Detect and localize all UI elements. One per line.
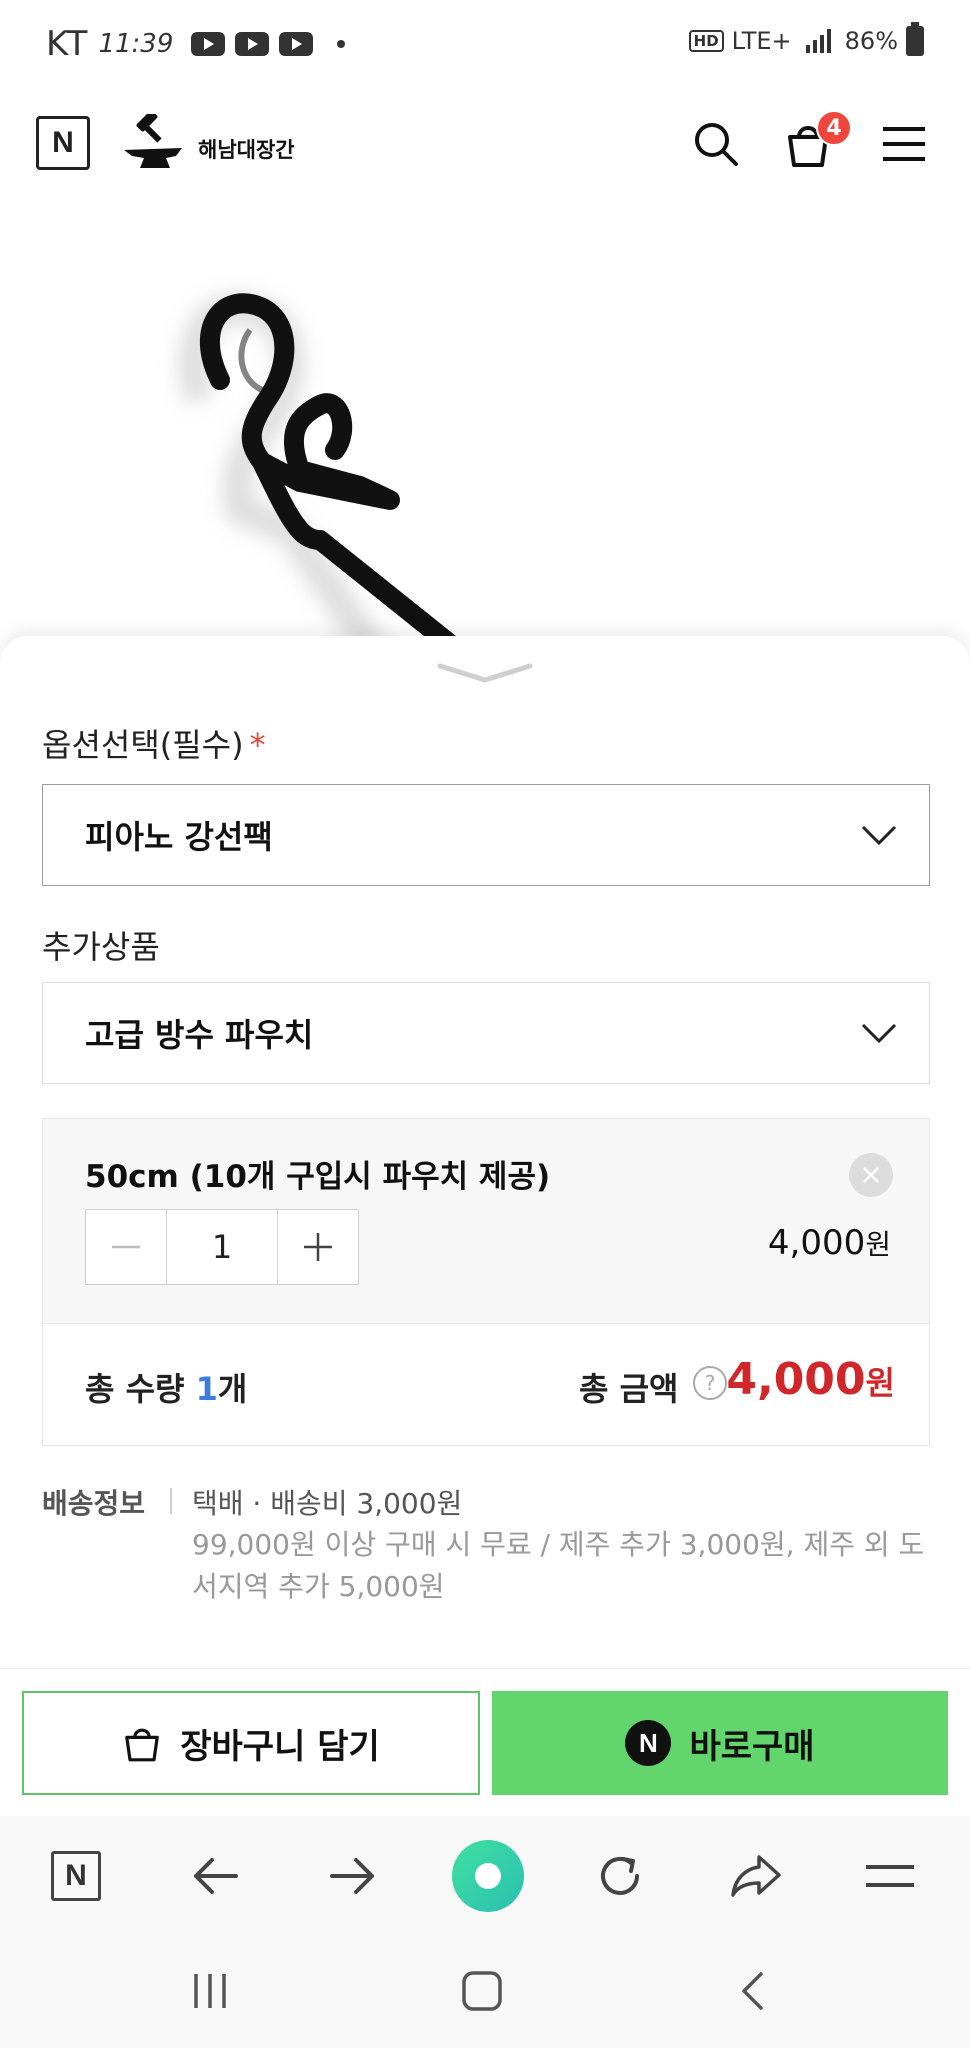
more-notifications-icon [337, 40, 346, 48]
total-quantity: 총 수량 1개 [85, 1364, 247, 1410]
total-quantity-prefix: 총 수량 [85, 1370, 196, 1408]
status-right: HD LTE+ 86% [688, 22, 924, 56]
youtube-notification-icon [235, 32, 270, 56]
total-amount-value: 4,000 [726, 1354, 866, 1405]
quantity-value[interactable]: 1 [166, 1210, 278, 1284]
selected-option-item: 50cm (10개 구입시 파우치 제공) 1 4,000원 [42, 1118, 930, 1324]
quantity-stepper: 1 [85, 1209, 359, 1285]
required-option-label-text: 옵션선택(필수) [42, 726, 244, 764]
naver-home-icon: N [51, 1851, 101, 1901]
help-icon[interactable]: ? [693, 1366, 727, 1400]
youtube-notification-icon [279, 32, 314, 56]
plus-icon [304, 1233, 332, 1261]
carrier-name: KT [46, 24, 89, 64]
system-back-button[interactable] [722, 1966, 782, 2016]
clock: 11:39 [98, 29, 174, 59]
naver-pay-icon: N [625, 1720, 672, 1766]
selected-option-name: 50cm (10개 구입시 파우치 제공) [85, 1159, 551, 1195]
shipping-fee: 택배 · 배송비 3,000원 [192, 1487, 463, 1520]
hamburger-menu-icon [883, 127, 925, 161]
option-price-value: 4,000 [767, 1223, 866, 1263]
minus-icon [112, 1245, 140, 1249]
total-amount: 4,000원 [726, 1354, 895, 1405]
cart-button[interactable]: 4 [780, 110, 852, 172]
forward-button[interactable] [320, 1844, 384, 1908]
buy-now-button[interactable]: N 바로구매 [492, 1691, 948, 1795]
back-button[interactable] [184, 1844, 248, 1908]
refresh-icon [601, 1857, 639, 1895]
buy-now-label: 바로구매 [689, 1726, 815, 1767]
anvil-hammer-icon [124, 114, 182, 168]
status-bar: KT 11:39 HD LTE+ 86% [0, 0, 970, 92]
browser-menu-button[interactable] [858, 1844, 922, 1908]
naver-logo[interactable]: N [36, 116, 90, 170]
home-button[interactable] [452, 1966, 512, 2016]
status-left: KT 11:39 [46, 24, 346, 64]
home-square-icon [462, 1971, 502, 2011]
close-icon [863, 1167, 879, 1183]
system-navigation-bar [0, 1936, 970, 2048]
addon-value: 고급 방수 파우치 [85, 1016, 314, 1054]
arrow-left-icon [194, 1858, 238, 1894]
brand-name: 해남대장간 [198, 138, 295, 162]
total-summary: 총 수량 1개 총 금액 ? 4,000원 [42, 1324, 930, 1446]
recent-apps-button[interactable] [180, 1966, 240, 2016]
shipping-info-label: 배송정보 [42, 1487, 146, 1520]
recent-apps-icon [194, 1974, 226, 2008]
total-quantity-value: 1 [195, 1370, 218, 1408]
total-amount-label: 총 금액 [579, 1370, 679, 1408]
iron-tent-peg-image [178, 293, 480, 660]
arrow-right-icon [330, 1858, 374, 1894]
required-option-select[interactable]: 피아노 강선팩 [42, 784, 930, 886]
search-button[interactable] [688, 116, 744, 172]
menu-button[interactable] [876, 116, 932, 172]
browser-toolbar: N [0, 1816, 970, 1936]
add-to-cart-button[interactable]: 장바구니 담기 [22, 1691, 480, 1795]
battery-icon [906, 22, 924, 56]
shipping-detail: 99,000원 이상 구매 시 무료 / 제주 추가 3,000원, 제주 외 … [192, 1528, 925, 1603]
chevron-down-icon [861, 1023, 897, 1044]
sheet-collapse-handle-icon[interactable] [436, 660, 534, 686]
increase-quantity-button[interactable] [278, 1210, 358, 1284]
share-button[interactable] [724, 1844, 788, 1908]
addon-select[interactable]: 고급 방수 파우치 [42, 982, 930, 1084]
option-price-currency: 원 [865, 1228, 891, 1261]
signal-icon [805, 29, 831, 53]
search-icon [695, 123, 738, 166]
green-dot-icon [452, 1840, 524, 1912]
add-to-cart-label: 장바구니 담기 [180, 1726, 380, 1767]
total-amount-currency: 원 [865, 1364, 895, 1402]
purchase-action-bar: 장바구니 담기 N 바로구매 [0, 1668, 970, 1816]
browser-menu-icon [866, 1865, 914, 1887]
divider [170, 1488, 172, 1514]
cart-count-badge: 4 [816, 110, 852, 146]
required-option-value: 피아노 강선팩 [85, 818, 273, 856]
chevron-down-icon [861, 825, 897, 846]
brand-logo[interactable]: 해남대장간 [122, 114, 295, 174]
shopping-bag-icon [125, 1728, 160, 1762]
share-arrow-icon [731, 1855, 781, 1897]
battery-percent: 86% [844, 27, 898, 55]
hd-voice-icon: HD [688, 30, 724, 52]
youtube-notification-icon [191, 32, 226, 56]
green-dot-button[interactable] [452, 1840, 524, 1912]
refresh-button[interactable] [588, 1844, 652, 1908]
network-type: LTE+ [731, 27, 792, 55]
naver-home-button[interactable]: N [44, 1844, 108, 1908]
option-bottom-sheet: 옵션선택(필수) * 피아노 강선팩 추가상품 고급 방수 파우치 50cm (1… [0, 636, 970, 1816]
addon-label: 추가상품 [42, 928, 160, 966]
remove-option-button[interactable] [849, 1153, 893, 1197]
required-option-label: 옵션선택(필수) * [42, 720, 266, 766]
site-header: N 해남대장간 4 [0, 100, 970, 190]
required-mark: * [249, 726, 266, 764]
decrease-quantity-button[interactable] [86, 1210, 166, 1284]
product-image[interactable] [0, 200, 970, 660]
chevron-left-icon [742, 1972, 763, 2010]
total-quantity-suffix: 개 [217, 1370, 248, 1408]
option-price: 4,000원 [768, 1223, 891, 1263]
